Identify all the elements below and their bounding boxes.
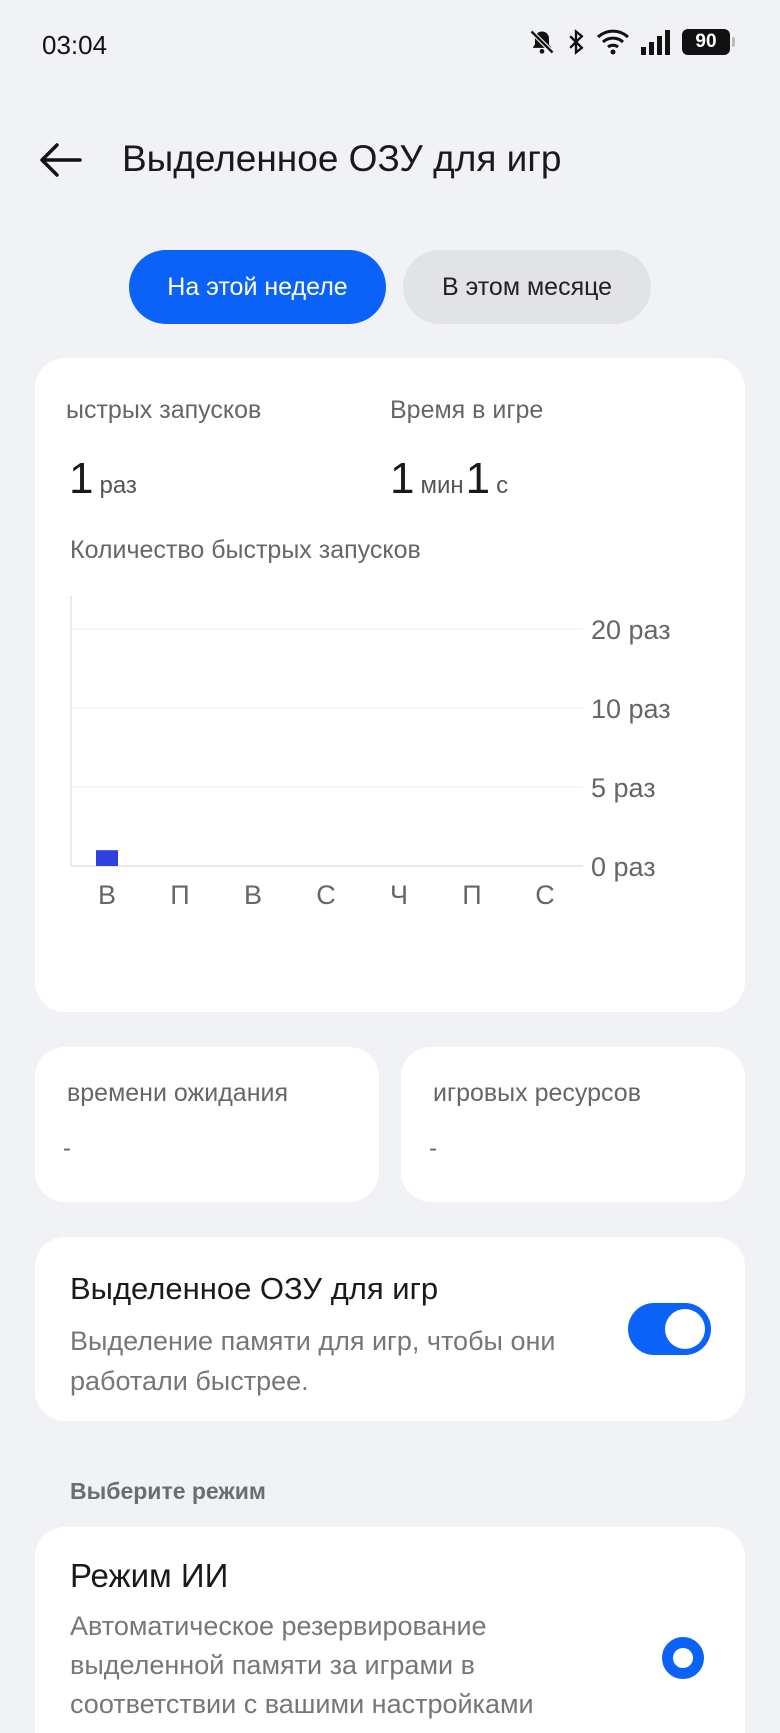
- dedicated-ram-description: Выделение памяти для игр, чтобы они рабо…: [70, 1326, 556, 1396]
- wait-time-card: времени ожидания -: [35, 1047, 379, 1202]
- mode-title: Режим ИИ: [70, 1557, 229, 1594]
- dedicated-ram-toggle[interactable]: [628, 1303, 711, 1355]
- playtime-label: Время в игре: [390, 396, 544, 424]
- game-resources-card: игровых ресурсов -: [401, 1047, 745, 1202]
- launches-chart: 0 раз 5 раз 10 раз 20 раз В П В С Ч П С: [70, 596, 671, 910]
- chart-x-tick-label: П: [170, 880, 189, 910]
- page-title: Выделенное ОЗУ для игр: [122, 138, 562, 179]
- tab-this-month[interactable]: В этом месяце: [403, 250, 651, 324]
- chart-x-tick-label: В: [244, 880, 262, 910]
- launches-unit: раз: [99, 472, 137, 499]
- signal-icon: [641, 30, 670, 55]
- playtime-minutes-unit: мин: [420, 472, 464, 499]
- game-resources-label: игровых ресурсов: [433, 1079, 641, 1107]
- mode-radio-selected[interactable]: [662, 1637, 704, 1679]
- chart-y-tick-label: 5 раз: [591, 773, 656, 803]
- wait-time-value: -: [63, 1135, 71, 1162]
- mute-bell-icon: [529, 29, 555, 55]
- playtime-value: 1 мин1 с: [390, 454, 510, 504]
- mode-section-label: Выберите режим: [70, 1478, 266, 1504]
- wifi-icon: [596, 29, 630, 55]
- chart-y-tick-label: 20 раз: [591, 615, 671, 645]
- launches-value: 1 раз: [69, 454, 139, 504]
- chart-x-tick-label: Ч: [390, 880, 408, 910]
- chart-x-tick-label: П: [462, 880, 481, 910]
- arrow-left-icon: [40, 143, 82, 177]
- chart-bar: [96, 850, 118, 866]
- playtime-seconds-unit: с: [496, 472, 509, 499]
- wait-time-label: времени ожидания: [67, 1079, 289, 1107]
- chart-title: Количество быстрых запусков: [70, 536, 421, 564]
- chart-x-tick-label: С: [535, 880, 555, 910]
- toggle-knob: [665, 1309, 705, 1349]
- back-button[interactable]: [36, 136, 86, 186]
- bluetooth-icon: [569, 29, 584, 55]
- battery-icon: 90: [682, 29, 735, 55]
- playtime-minutes: 1: [390, 454, 415, 503]
- dedicated-ram-title: Выделенное ОЗУ для игр: [70, 1271, 439, 1306]
- launches-label: ыстрых запусков: [66, 396, 262, 424]
- status-icons: 90: [528, 28, 735, 56]
- game-resources-value: -: [429, 1135, 437, 1162]
- mode-description: Автоматическое резервирование выделенной…: [70, 1611, 534, 1719]
- status-time: 03:04: [42, 30, 108, 60]
- status-bar: 03:04 90: [0, 0, 780, 90]
- chart-x-tick-label: В: [98, 880, 116, 910]
- launches-count: 1: [69, 454, 94, 503]
- chart-y-tick-label: 10 раз: [591, 694, 671, 724]
- stats-card: ыстрых запусков 1 раз Время в игре 1 мин1 с…: [35, 358, 745, 1012]
- tab-this-week[interactable]: На этой неделе: [129, 250, 386, 324]
- playtime-seconds: 1: [465, 454, 491, 503]
- dedicated-ram-setting: Выделенное ОЗУ для игр Выделение памяти …: [35, 1237, 745, 1421]
- mode-option-ai[interactable]: Режим ИИ Автоматическое резервирование в…: [35, 1527, 745, 1733]
- chart-x-tick-label: С: [316, 880, 336, 910]
- chart-y-tick-label: 0 раз: [591, 852, 656, 882]
